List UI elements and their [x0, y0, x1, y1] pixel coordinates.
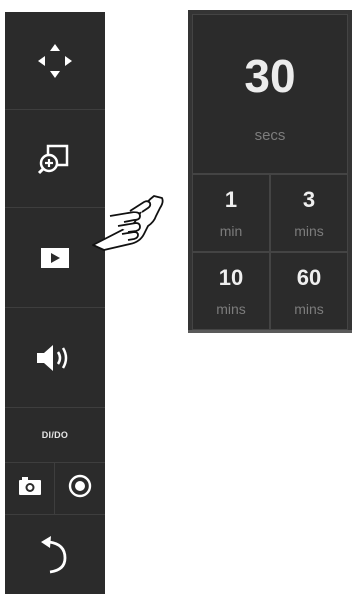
- panel-bottom-edge: [188, 330, 352, 333]
- undo-arrow-icon: [37, 534, 73, 576]
- duration-option-unit: mins: [294, 223, 324, 239]
- record-button[interactable]: [55, 463, 105, 514]
- duration-option-unit: mins: [294, 301, 324, 317]
- capture-controls: [5, 463, 105, 515]
- pan-arrows-icon: [35, 41, 75, 81]
- play-icon: [40, 247, 70, 269]
- duration-option-value: 1: [224, 187, 238, 212]
- duration-option-selected[interactable]: 30 secs: [192, 14, 348, 174]
- back-button[interactable]: [5, 515, 105, 594]
- duration-option-value: 10: [218, 265, 244, 290]
- duration-option-10mins[interactable]: 10 mins: [192, 252, 270, 330]
- speaker-icon: [34, 341, 76, 375]
- duration-option-3mins[interactable]: 3 mins: [270, 174, 348, 252]
- zoom-in-icon: [35, 139, 75, 179]
- video-toolbar: DI/DO: [5, 12, 105, 594]
- duration-option-unit: mins: [216, 301, 246, 317]
- camera-icon: [18, 476, 42, 501]
- duration-option-60mins[interactable]: 60 mins: [270, 252, 348, 330]
- duration-unit: secs: [254, 127, 286, 144]
- duration-options-grid: 1 min 3 mins 10 mins 60 mins: [192, 174, 348, 330]
- record-icon: [68, 474, 92, 503]
- dido-label: DI/DO: [41, 430, 69, 440]
- duration-option-unit: min: [219, 223, 243, 239]
- pointing-hand-icon: [90, 190, 168, 257]
- audio-button[interactable]: [5, 308, 105, 408]
- duration-option-1min[interactable]: 1 min: [192, 174, 270, 252]
- pan-button[interactable]: [5, 12, 105, 110]
- dido-button[interactable]: DI/DO: [5, 408, 105, 463]
- duration-option-value: 60: [296, 265, 322, 290]
- duration-option-value: 3: [302, 187, 316, 212]
- duration-panel: 30 secs 1 min 3 mins 10 mins 60 mins: [188, 10, 352, 330]
- duration-value: 30: [244, 50, 296, 102]
- snapshot-button[interactable]: [5, 463, 55, 514]
